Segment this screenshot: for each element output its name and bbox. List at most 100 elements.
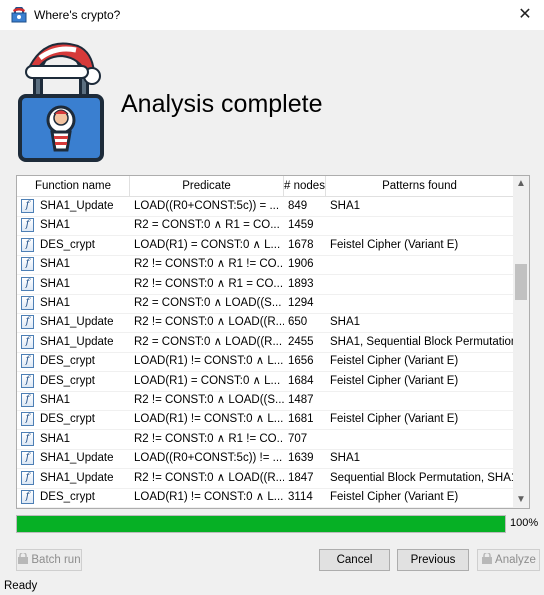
results-table[interactable]: Function name Predicate # nodes Patterns… bbox=[16, 175, 530, 509]
function-icon: f bbox=[21, 276, 34, 291]
table-row[interactable]: f SHA1 R2 = CONST:0 ∧ LOAD((S... 1294 bbox=[17, 294, 513, 314]
cell-function-name: SHA1 bbox=[40, 394, 71, 406]
function-icon: f bbox=[21, 354, 34, 369]
cell-function-name: SHA1 bbox=[40, 219, 71, 232]
status-bar: Ready bbox=[4, 580, 38, 592]
table-row[interactable]: f SHA1 R2 != CONST:0 ∧ R1 = CO... 1893 bbox=[17, 275, 513, 295]
cell-patterns: SHA1 bbox=[330, 200, 361, 212]
cell-function-name: SHA1_Update bbox=[40, 316, 114, 329]
scroll-down-icon[interactable]: ▼ bbox=[513, 492, 529, 508]
vertical-scrollbar[interactable]: ▲ ▼ bbox=[513, 176, 529, 508]
cell-predicate: LOAD(R1) = CONST:0 ∧ L... bbox=[134, 374, 281, 387]
function-icon: f bbox=[21, 199, 34, 213]
title-bar: Where's crypto? ✕ bbox=[0, 0, 544, 30]
cell-nodes: 849 bbox=[288, 200, 308, 212]
scroll-up-icon[interactable]: ▲ bbox=[513, 176, 529, 192]
cell-function-name: DES_crypt bbox=[40, 413, 95, 426]
table-row[interactable]: f SHA1_Update R2 = CONST:0 ∧ LOAD((R... 245… bbox=[17, 333, 513, 353]
previous-button[interactable]: Previous bbox=[397, 549, 469, 571]
cell-function-name: SHA1 bbox=[40, 297, 71, 309]
function-icon: f bbox=[21, 334, 34, 349]
cell-nodes: 1459 bbox=[288, 219, 314, 232]
cell-function-name: DES_crypt bbox=[40, 491, 95, 503]
cell-nodes: 1847 bbox=[288, 471, 314, 484]
cancel-button[interactable]: Cancel bbox=[319, 549, 390, 571]
cell-nodes: 1294 bbox=[288, 297, 314, 309]
table-row[interactable]: f SHA1_Update LOAD((R0+CONST:5c)) != ... 16… bbox=[17, 449, 513, 470]
cell-function-name: SHA1_Update bbox=[40, 335, 114, 348]
cell-function-name: SHA1_Update bbox=[40, 200, 114, 212]
table-row[interactable]: f SHA1 R2 != CONST:0 ∧ LOAD((S... 1487 bbox=[17, 391, 513, 411]
close-icon[interactable]: ✕ bbox=[514, 4, 536, 26]
progress-fill bbox=[17, 516, 505, 532]
cell-nodes: 3114 bbox=[288, 491, 313, 503]
cell-predicate: R2 != CONST:0 ∧ LOAD((R... bbox=[134, 316, 284, 329]
cell-patterns bbox=[330, 216, 513, 235]
cell-nodes: 1684 bbox=[288, 374, 314, 387]
cell-nodes: 1906 bbox=[288, 258, 314, 271]
table-row[interactable]: f DES_crypt LOAD(R1) != CONST:0 ∧ L... 1681… bbox=[17, 410, 513, 431]
table-row[interactable]: f DES_crypt LOAD(R1) != CONST:0 ∧ L... 3114… bbox=[17, 488, 513, 508]
table-row[interactable]: f SHA1_Update R2 != CONST:0 ∧ LOAD((R... 18… bbox=[17, 469, 513, 489]
cell-function-name: SHA1 bbox=[40, 258, 71, 271]
cell-predicate: R2 = CONST:0 ∧ R1 = CO... bbox=[134, 219, 280, 232]
cell-nodes: 1678 bbox=[288, 238, 314, 251]
analyze-button[interactable]: Analyze bbox=[477, 549, 540, 571]
function-icon: f bbox=[21, 296, 34, 310]
cell-patterns: Feistel Cipher (Variant E) bbox=[330, 374, 459, 387]
cell-function-name: SHA1 bbox=[40, 432, 71, 445]
column-header-nodes[interactable]: # nodes bbox=[284, 176, 326, 196]
cell-function-name: DES_crypt bbox=[40, 238, 95, 251]
cell-nodes: 2455 bbox=[288, 335, 314, 348]
function-icon: f bbox=[21, 237, 34, 252]
function-icon: f bbox=[21, 393, 34, 407]
cell-nodes: 650 bbox=[288, 316, 308, 329]
cell-function-name: DES_crypt bbox=[40, 374, 95, 387]
table-row[interactable]: f SHA1_Update LOAD((R0+CONST:5c)) = ... 849… bbox=[17, 197, 513, 217]
cell-nodes: 1487 bbox=[288, 394, 314, 406]
cell-nodes: 1639 bbox=[288, 452, 314, 465]
function-icon: f bbox=[21, 315, 34, 330]
progress-label: 100% bbox=[510, 517, 539, 529]
column-header-patterns[interactable]: Patterns found bbox=[326, 176, 513, 196]
cell-patterns bbox=[330, 391, 513, 410]
cell-patterns: Feistel Cipher (Variant E) bbox=[330, 355, 459, 368]
column-header-predicate[interactable]: Predicate bbox=[130, 176, 284, 196]
scroll-thumb[interactable] bbox=[515, 264, 527, 300]
function-icon: f bbox=[21, 218, 34, 233]
batch-run-button[interactable]: Batch run bbox=[16, 549, 82, 571]
analyze-label: Analyze bbox=[495, 554, 536, 566]
cell-patterns: SHA1 bbox=[330, 452, 361, 465]
cell-predicate: R2 != CONST:0 ∧ LOAD((R... bbox=[134, 471, 284, 484]
function-icon: f bbox=[21, 373, 34, 388]
batch-run-label: Batch run bbox=[31, 554, 81, 566]
cell-patterns: Feistel Cipher (Variant E) bbox=[330, 238, 459, 251]
cell-function-name: SHA1_Update bbox=[40, 452, 114, 465]
batch-run-icon bbox=[18, 553, 29, 564]
function-icon: f bbox=[21, 431, 34, 446]
cell-nodes: 1893 bbox=[288, 277, 314, 290]
cell-patterns bbox=[330, 430, 513, 449]
cell-function-name: SHA1_Update bbox=[40, 471, 114, 484]
cell-function-name: SHA1 bbox=[40, 277, 71, 290]
table-row[interactable]: f DES_crypt LOAD(R1) != CONST:0 ∧ L... 1656… bbox=[17, 352, 513, 373]
previous-label: Previous bbox=[410, 554, 456, 566]
table-row[interactable]: f DES_crypt LOAD(R1) = CONST:0 ∧ L... 1684 F… bbox=[17, 372, 513, 392]
table-row[interactable]: f SHA1 R2 != CONST:0 ∧ R1 != CO... 707 bbox=[17, 430, 513, 450]
table-row[interactable]: f SHA1 R2 = CONST:0 ∧ R1 = CO... 1459 bbox=[17, 216, 513, 237]
table-row[interactable]: f SHA1_Update R2 != CONST:0 ∧ LOAD((R... 65… bbox=[17, 313, 513, 334]
table-row[interactable]: f SHA1 R2 != CONST:0 ∧ R1 != CO... 1906 bbox=[17, 255, 513, 276]
column-header-function-name[interactable]: Function name bbox=[17, 176, 130, 196]
cell-nodes: 1681 bbox=[288, 413, 314, 426]
cell-function-name: DES_crypt bbox=[40, 355, 95, 368]
cell-predicate: R2 = CONST:0 ∧ LOAD((S... bbox=[134, 297, 282, 309]
header: Analysis complete bbox=[0, 30, 544, 170]
function-icon: f bbox=[21, 412, 34, 427]
cell-predicate: R2 != CONST:0 ∧ R1 = CO... bbox=[134, 277, 284, 290]
cell-patterns bbox=[330, 294, 513, 313]
table-row[interactable]: f DES_crypt LOAD(R1) = CONST:0 ∧ L... 1678 F… bbox=[17, 236, 513, 256]
progress-bar bbox=[16, 515, 506, 533]
cell-predicate: LOAD(R1) != CONST:0 ∧ L... bbox=[134, 413, 284, 426]
cell-patterns: SHA1, Sequential Block Permutation bbox=[330, 335, 513, 348]
analysis-status-heading: Analysis complete bbox=[121, 90, 323, 118]
